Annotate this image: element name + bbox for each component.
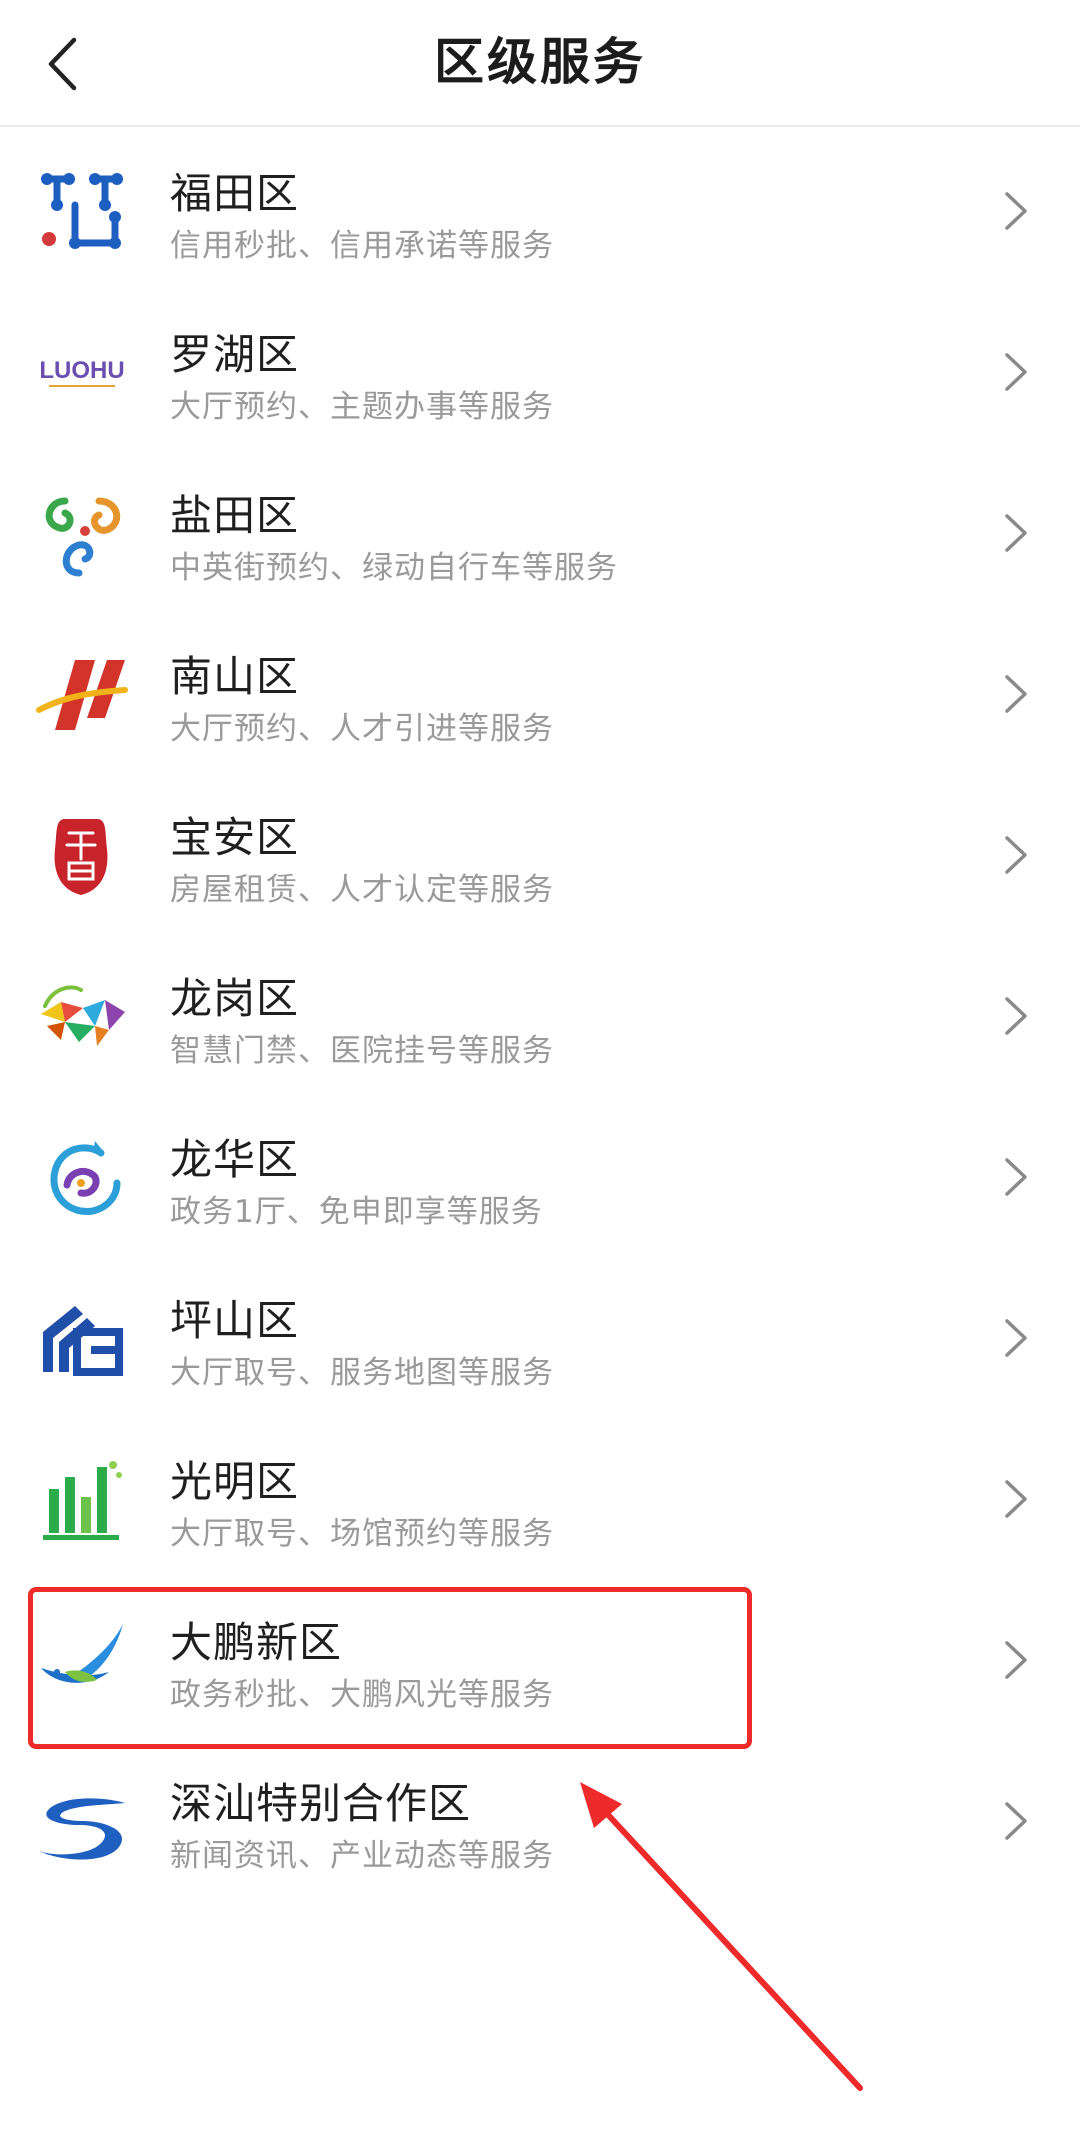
district-row-futian[interactable]: 福田区 信用秒批、信用承诺等服务 [0,129,1080,290]
district-desc: 信用秒批、信用承诺等服务 [170,228,554,264]
district-name: 坪山区 [170,1296,300,1345]
district-name: 宝安区 [170,813,300,862]
longgang-logo [35,970,129,1064]
chevron-right-icon [1003,834,1029,876]
district-desc: 中英街预约、绿动自行车等服务 [170,550,618,586]
chevron-right-icon [1003,1639,1029,1681]
baoan-logo [35,809,129,903]
chevron-right-icon [1003,995,1029,1037]
chevron-right-icon [1003,1478,1029,1520]
nanshan-logo [35,648,129,742]
district-row-shenshan[interactable]: 深汕特别合作区 新闻资讯、产业动态等服务 [0,1739,1080,1900]
district-desc: 大厅预约、人才引进等服务 [170,711,554,747]
longhua-logo [35,1131,129,1225]
chevron-right-icon [1003,1800,1029,1842]
district-desc: 房屋租赁、人才认定等服务 [170,872,554,908]
dapeng-logo [35,1614,129,1708]
district-name: 南山区 [170,652,300,701]
district-row-longhua[interactable]: 龙华区 政务1厅、免申即享等服务 [0,1095,1080,1256]
district-row-longgang[interactable]: 龙岗区 智慧门禁、医院挂号等服务 [0,934,1080,1095]
chevron-right-icon [1003,1317,1029,1359]
district-name: 罗湖区 [170,330,300,379]
district-row-luohu[interactable]: LUOHU 罗湖区 大厅预约、主题办事等服务 [0,290,1080,451]
district-desc: 大厅取号、场馆预约等服务 [170,1516,554,1552]
chevron-right-icon [1003,351,1029,393]
shenshan-logo [35,1775,129,1869]
district-desc: 政务1厅、免申即享等服务 [170,1194,543,1230]
chevron-right-icon [1003,673,1029,715]
district-desc: 大厅预约、主题办事等服务 [170,389,554,425]
district-desc: 政务秒批、大鹏风光等服务 [170,1677,554,1713]
district-row-yantian[interactable]: 盐田区 中英街预约、绿动自行车等服务 [0,451,1080,612]
district-row-pingshan[interactable]: 坪山区 大厅取号、服务地图等服务 [0,1256,1080,1417]
chevron-right-icon [1003,190,1029,232]
district-row-dapeng[interactable]: 大鹏新区 政务秒批、大鹏风光等服务 [0,1578,1080,1739]
district-list: 福田区 信用秒批、信用承诺等服务 LUOHU 罗湖区 大厅预约、主题办事等服务 [0,129,1080,1900]
district-desc: 大厅取号、服务地图等服务 [170,1355,554,1391]
district-name: 福田区 [170,169,300,218]
district-name: 盐田区 [170,491,300,540]
luohu-logo: LUOHU [35,326,129,420]
district-services-page: 区级服务 福田区 信用秒批、信用承诺等服务 LUOHU 罗湖区 大厅预约、主题办… [0,0,1080,2136]
yantian-logo [35,487,129,581]
chevron-right-icon [1003,1156,1029,1198]
district-row-baoan[interactable]: 宝安区 房屋租赁、人才认定等服务 [0,773,1080,934]
guangming-logo [35,1453,129,1547]
futian-logo [35,165,129,259]
district-row-guangming[interactable]: 光明区 大厅取号、场馆预约等服务 [0,1417,1080,1578]
pingshan-logo [35,1292,129,1386]
district-desc: 智慧门禁、医院挂号等服务 [170,1033,554,1069]
nav-header: 区级服务 [0,0,1080,127]
district-name: 深汕特别合作区 [170,1779,472,1828]
chevron-right-icon [1003,512,1029,554]
district-name: 光明区 [170,1457,300,1506]
district-name: 龙岗区 [170,974,300,1023]
district-row-nanshan[interactable]: 南山区 大厅预约、人才引进等服务 [0,612,1080,773]
page-title: 区级服务 [434,33,646,91]
district-desc: 新闻资讯、产业动态等服务 [170,1838,554,1874]
luohu-logo-text: LUOHU [39,357,124,384]
district-name: 大鹏新区 [170,1618,343,1667]
district-name: 龙华区 [170,1135,300,1184]
